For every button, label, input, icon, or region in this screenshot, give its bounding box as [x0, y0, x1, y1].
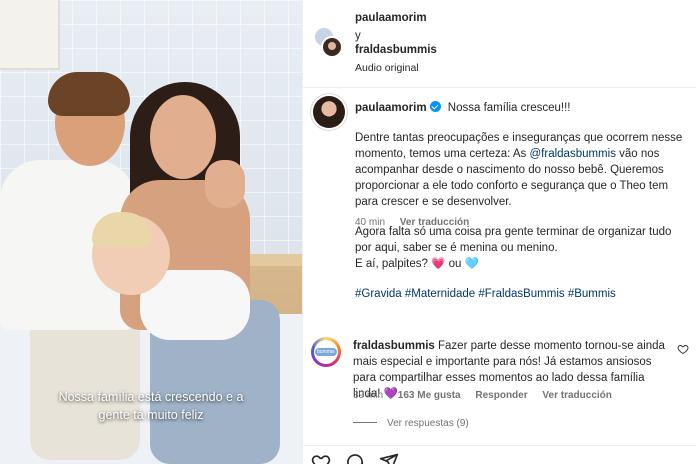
instagram-post-view: Nossa família está crescendo e a gente t… — [0, 0, 696, 464]
avatar[interactable] — [313, 96, 345, 128]
header-conjunction: y — [355, 30, 361, 42]
audio-label[interactable]: Audio original — [355, 62, 419, 74]
woman-figure-head — [150, 95, 216, 179]
video-caption: Nossa família está crescendo e a gente t… — [0, 388, 302, 424]
comment-avatar[interactable] — [311, 337, 341, 367]
header-username-2[interactable]: fraldasbummis — [355, 44, 437, 56]
avatar-fraldasbummis[interactable] — [321, 36, 343, 58]
collab-avatars[interactable] — [313, 26, 343, 58]
caption-paragraph-1: Dentre tantas preocupações e insegurança… — [355, 132, 683, 208]
blue-heart-icon: 🩵 — [464, 258, 479, 270]
comment-likes[interactable]: 163 Me gusta — [398, 390, 461, 401]
wall-frame — [0, 0, 60, 70]
comment-username[interactable]: fraldasbummis — [353, 340, 435, 352]
comment-time: 39 min — [353, 390, 384, 401]
share-send-icon[interactable] — [379, 452, 399, 464]
comment-meta: 39 min 163 Me gusta Responder Ver traduc… — [353, 390, 683, 401]
post-time: 40 min — [355, 217, 386, 228]
caption-headline: Nossa família cresceu!!! — [447, 102, 571, 114]
pink-heart-icon: 💗 — [431, 258, 446, 270]
raised-hand — [205, 160, 245, 208]
comment-bubble-icon[interactable] — [345, 452, 365, 464]
post-actions — [311, 452, 399, 464]
post-video[interactable]: Nossa família está crescendo e a gente t… — [0, 0, 302, 464]
like-comment-heart-icon[interactable] — [677, 343, 689, 355]
post-meta: 40 min Ver traducción — [355, 217, 481, 228]
mention-link[interactable]: @fraldasbummis — [530, 148, 616, 160]
view-replies-button[interactable]: Ver respuestas (9) — [353, 418, 469, 429]
caption-username[interactable]: paulaamorim — [355, 102, 427, 114]
header-username-1[interactable]: paulaamorim — [355, 12, 427, 24]
post-header: paulaamorim y fraldasbummis Audio origin… — [303, 0, 696, 88]
video-caption-line-2: gente tá muito feliz — [98, 408, 204, 422]
post-caption: paulaamorim Nossa família cresceu!!! Den… — [355, 100, 685, 302]
caption-paragraph-3: E aí, palpites? 💗 ou 🩵 — [355, 258, 479, 270]
actions-divider — [302, 445, 696, 446]
comment-translate-link[interactable]: Ver traducción — [542, 390, 611, 401]
hashtags[interactable]: #Gravida #Maternidade #FraldasBummis #Bu… — [355, 286, 685, 302]
verified-badge-icon — [429, 101, 441, 112]
video-caption-line-1: Nossa família está crescendo e a — [58, 390, 244, 404]
reply-button[interactable]: Responder — [475, 390, 527, 401]
post-translate-link[interactable]: Ver traducción — [400, 217, 469, 228]
man-figure-hair — [48, 72, 130, 116]
like-heart-icon[interactable] — [311, 452, 331, 464]
caption-paragraph-2: Agora falta só uma coisa pra gente termi… — [355, 226, 672, 254]
